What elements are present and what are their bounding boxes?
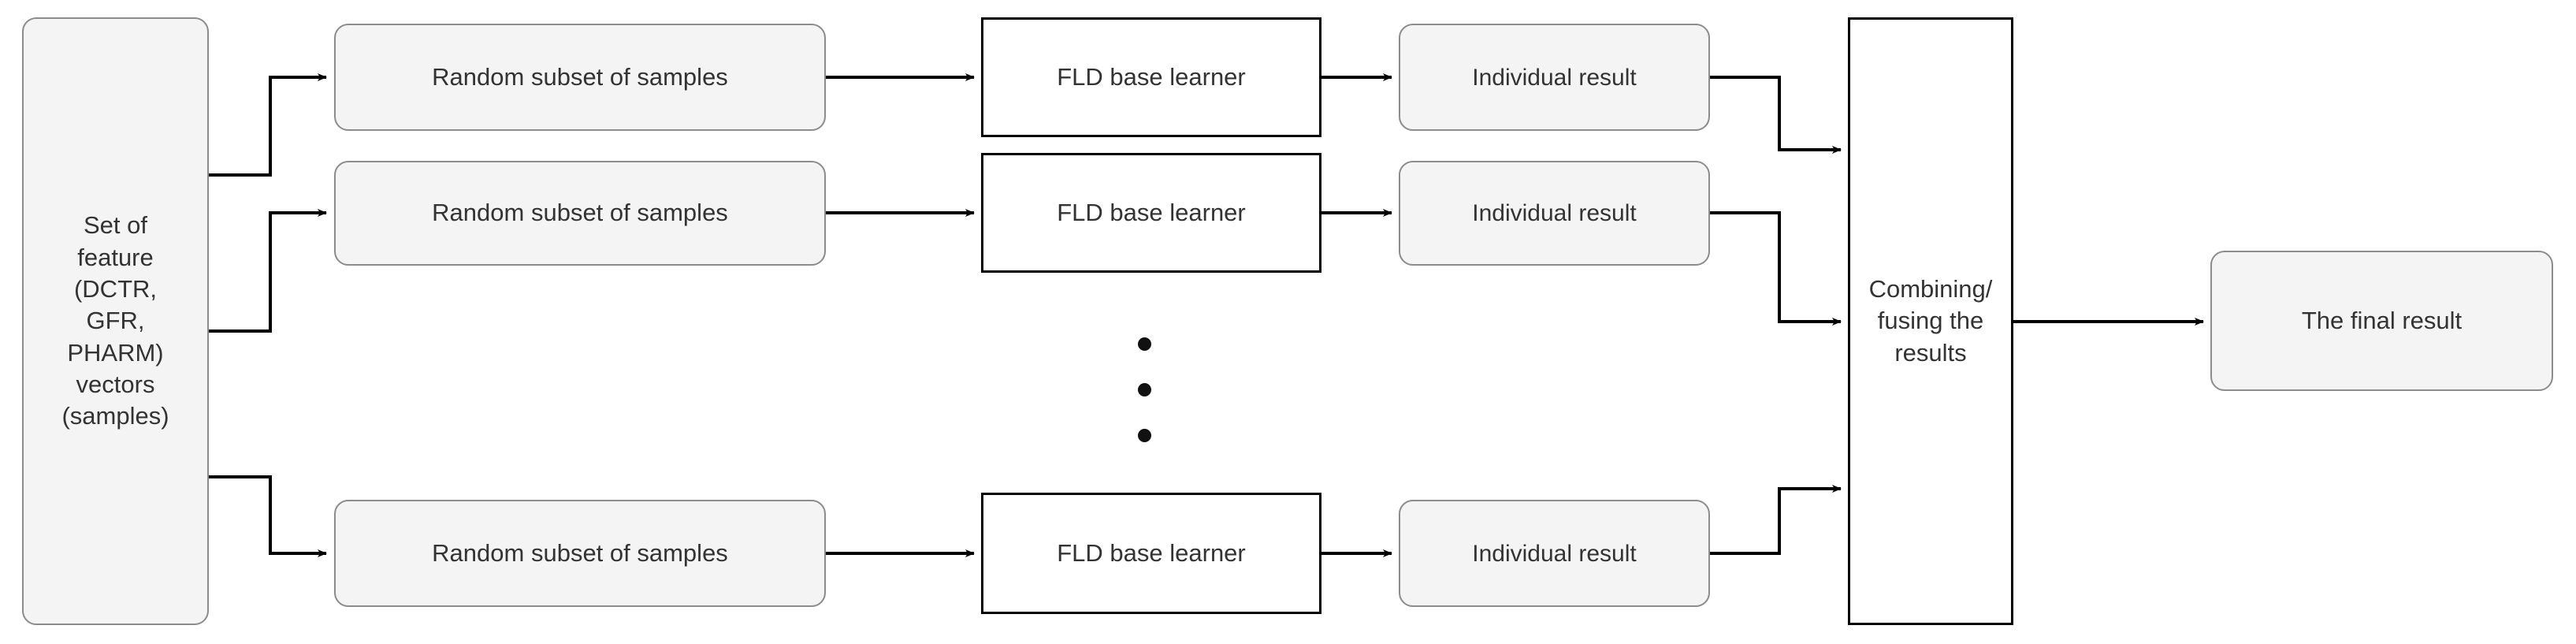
node-combining-fusing-results[interactable]: Combining/ fusing the results [1848,17,2013,625]
node-fld-base-learner-1-label: FLD base learner [1057,62,1246,91]
node-individual-result-2[interactable]: Individual result [1399,161,1710,266]
ellipsis-dot-3 [1137,429,1151,442]
diagram-canvas: Set of feature (DCTR, GFR, PHARM) vector… [0,0,2576,644]
wire-input-to-subset-3 [209,475,327,557]
node-the-final-result-label: The final result [2301,306,2463,334]
wire-result-3-to-combiner [1710,485,1842,555]
node-random-subset-3[interactable]: Random subset of samples [334,500,826,607]
node-input-feature-set[interactable]: Set of feature (DCTR, GFR, PHARM) vector… [22,17,209,625]
node-individual-result-3[interactable]: Individual result [1399,500,1710,607]
node-fld-base-learner-2[interactable]: FLD base learner [981,153,1321,273]
vertical-ellipsis [1137,337,1151,442]
node-random-subset-3-label: Random subset of samples [432,538,728,567]
node-individual-result-2-label: Individual result [1472,200,1637,226]
node-random-subset-1-label: Random subset of samples [432,62,728,91]
node-individual-result-1[interactable]: Individual result [1399,24,1710,131]
node-individual-result-3-label: Individual result [1472,540,1637,567]
node-random-subset-1[interactable]: Random subset of samples [334,24,826,131]
node-fld-base-learner-1[interactable]: FLD base learner [981,17,1321,137]
node-combining-fusing-results-label: Combining/ fusing the results [1868,275,1993,367]
wire-input-to-subset-2 [209,209,327,333]
node-fld-base-learner-3-label: FLD base learner [1057,538,1246,567]
node-fld-base-learner-2-label: FLD base learner [1057,198,1246,226]
node-the-final-result[interactable]: The final result [2210,251,2553,391]
ellipsis-dot-2 [1137,383,1151,396]
wire-input-to-subset-1 [209,73,327,177]
wire-result-1-to-combiner [1710,76,1842,154]
node-random-subset-2-label: Random subset of samples [432,199,728,227]
node-input-feature-set-label: Set of feature (DCTR, GFR, PHARM) vector… [61,211,169,430]
node-individual-result-1-label: Individual result [1472,64,1637,91]
node-fld-base-learner-3[interactable]: FLD base learner [981,493,1321,614]
node-random-subset-2[interactable]: Random subset of samples [334,161,826,266]
ellipsis-dot-1 [1137,337,1151,351]
wire-result-2-to-combiner [1710,211,1842,326]
